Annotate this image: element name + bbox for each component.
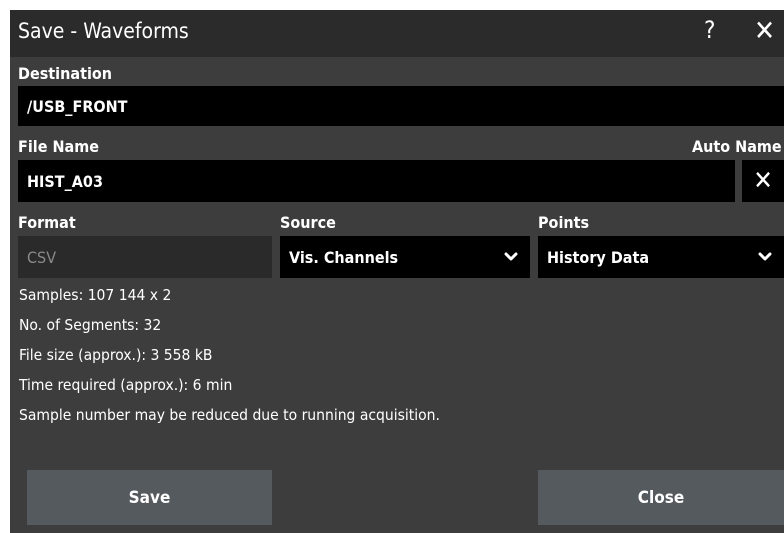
segments-info: No. of Segments: 32 bbox=[19, 316, 162, 334]
source-value: Vis. Channels bbox=[289, 247, 399, 267]
save-button[interactable]: Save bbox=[27, 470, 272, 525]
save-waveforms-dialog: Save - Waveforms ? ✕ Destination /USB_FR… bbox=[10, 10, 784, 533]
dialog-title: Save - Waveforms bbox=[18, 19, 189, 43]
auto-name-close-icon: ✕ bbox=[753, 166, 773, 196]
source-label: Source bbox=[280, 213, 336, 232]
format-value: CSV bbox=[27, 247, 57, 267]
help-icon[interactable]: ? bbox=[704, 16, 715, 44]
destination-label: Destination bbox=[18, 64, 113, 83]
auto-name-label: Auto Name bbox=[692, 137, 782, 156]
file-name-label: File Name bbox=[18, 137, 99, 156]
destination-value: /USB_FRONT bbox=[27, 96, 128, 116]
close-button[interactable]: Close bbox=[538, 470, 784, 525]
points-select[interactable]: History Data bbox=[538, 236, 784, 278]
file-name-value: HIST_A03 bbox=[27, 171, 103, 191]
reduction-note: Sample number may be reduced due to runn… bbox=[19, 406, 440, 424]
file-size-info: File size (approx.): 3 558 kB bbox=[19, 346, 213, 364]
destination-field[interactable]: /USB_FRONT bbox=[18, 86, 784, 126]
chevron-down-icon bbox=[758, 252, 772, 261]
format-field: CSV bbox=[18, 236, 272, 278]
file-name-field[interactable]: HIST_A03 bbox=[18, 160, 735, 202]
dialog-titlebar: Save - Waveforms ? ✕ bbox=[10, 10, 784, 57]
points-value: History Data bbox=[547, 247, 650, 267]
points-label: Points bbox=[538, 213, 590, 232]
source-select[interactable]: Vis. Channels bbox=[280, 236, 530, 278]
chevron-down-icon bbox=[504, 252, 518, 261]
time-required-info: Time required (approx.): 6 min bbox=[19, 376, 233, 394]
close-icon[interactable]: ✕ bbox=[754, 14, 775, 47]
auto-name-button[interactable]: ✕ bbox=[742, 160, 784, 202]
samples-info: Samples: 107 144 x 2 bbox=[19, 286, 172, 304]
format-label: Format bbox=[18, 213, 76, 232]
